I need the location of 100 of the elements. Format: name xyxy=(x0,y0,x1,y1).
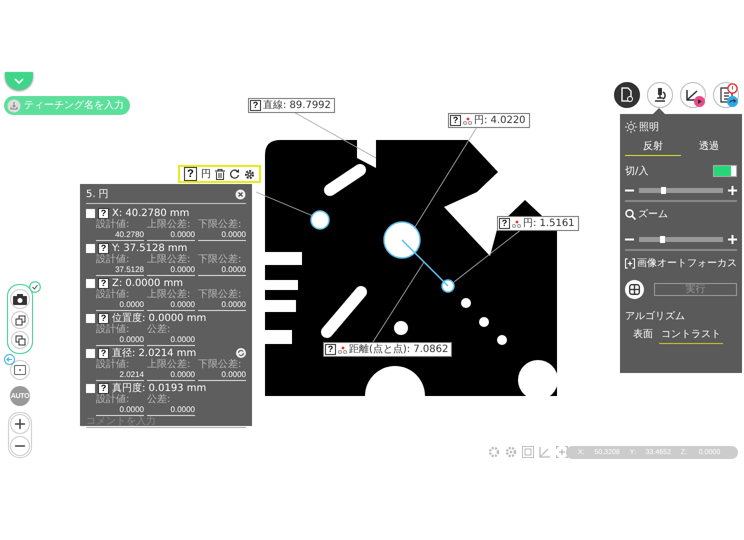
field-label: 上限公差: xyxy=(147,254,192,265)
document-button[interactable] xyxy=(614,82,640,108)
document-icon xyxy=(620,87,634,103)
plus-icon[interactable] xyxy=(728,186,737,195)
camera-icon xyxy=(13,294,27,304)
value-field[interactable]: 0.0000 xyxy=(147,335,195,346)
checkbox[interactable] xyxy=(86,314,95,322)
value-field[interactable]: 0.0000 xyxy=(96,405,144,416)
search-icon xyxy=(625,208,636,220)
circle-outline xyxy=(441,279,455,293)
image-stack-icon xyxy=(14,314,26,326)
measurement-label[interactable]: ? 円: 4.0220 xyxy=(448,113,530,128)
arrow-badge-icon xyxy=(727,96,738,107)
chevron-icon xyxy=(14,78,24,84)
help-mark[interactable]: ? xyxy=(98,242,109,254)
light-tab[interactable]: 透過 xyxy=(681,137,737,156)
checkbox[interactable] xyxy=(86,208,95,218)
play-badge-icon xyxy=(694,96,705,107)
circle-outline xyxy=(310,210,330,230)
refresh-icon[interactable] xyxy=(229,168,240,180)
light-icon xyxy=(625,121,637,133)
camera-button[interactable] xyxy=(10,289,30,309)
algorithm-option[interactable]: 表面 xyxy=(631,325,655,344)
zoom-out-button[interactable] xyxy=(10,436,30,456)
gear-icon[interactable] xyxy=(244,168,255,180)
image-stack-icon xyxy=(14,334,26,346)
measurement-value: Y: 37.5128 mm xyxy=(112,242,188,254)
measurement-value: 位置度: 0.0000 mm xyxy=(112,312,206,324)
zoom-in-button[interactable] xyxy=(10,414,30,434)
circle-outline xyxy=(383,221,421,259)
light-tab[interactable]: 反射 xyxy=(625,137,681,156)
microscope-button[interactable] xyxy=(647,82,673,108)
checkbox[interactable] xyxy=(86,348,95,358)
measurement-label[interactable]: ? 直線: 89.7992 xyxy=(248,98,335,113)
grid-button[interactable] xyxy=(625,280,644,299)
help-mark[interactable]: ? xyxy=(98,382,109,394)
field-label: 設計値: xyxy=(96,289,130,300)
teaching-name-field[interactable]: ティーチング名を入力 xyxy=(4,96,130,115)
light-switch[interactable] xyxy=(713,165,737,177)
help-mark[interactable]: ? xyxy=(98,348,109,358)
field-label: 下限公差: xyxy=(198,289,242,300)
arrow-badge-icon xyxy=(4,354,15,365)
panel-title: 5. 円 xyxy=(86,188,109,201)
field-label: 上限公差: xyxy=(147,289,192,300)
value-field[interactable]: 2.0214 xyxy=(96,370,144,381)
field-label: 設計値: xyxy=(96,324,130,335)
value-field[interactable]: 0.0000 xyxy=(198,230,246,241)
field-label: 下限公差: xyxy=(198,254,242,265)
plus-icon xyxy=(15,419,25,429)
sync-icon[interactable] xyxy=(236,348,246,358)
help-mark[interactable]: ? xyxy=(98,312,109,324)
field-label: 設計値: xyxy=(96,359,130,370)
field-label: 設計値: xyxy=(96,254,130,265)
field-label: 下限公差: xyxy=(198,219,242,230)
section-title: 照明 xyxy=(639,121,659,134)
measurement-value: Z: 0.0000 mm xyxy=(112,278,184,288)
brightness-slider[interactable] xyxy=(639,188,723,193)
help-mark[interactable]: ? xyxy=(184,167,197,181)
field-label: 公差: xyxy=(147,324,170,335)
field-label: 公差: xyxy=(147,394,170,405)
value-field[interactable]: 0.0000 xyxy=(147,265,195,276)
algorithm-option[interactable]: コントラスト xyxy=(659,325,723,344)
measurement-value: 真円度: 0.0193 mm xyxy=(112,382,206,394)
measurement-value: X: 40.2780 mm xyxy=(112,208,190,218)
value-field[interactable]: 40.2780 xyxy=(96,230,144,241)
field-label: 設計値: xyxy=(96,394,130,405)
checkbox[interactable] xyxy=(86,244,95,252)
value-field[interactable]: 0.0000 xyxy=(198,300,246,311)
value-field[interactable]: 37.5128 xyxy=(96,265,144,276)
value-field[interactable]: 0.0000 xyxy=(198,265,246,276)
switch-label: 切/入 xyxy=(625,164,648,178)
checkbox[interactable] xyxy=(86,384,95,392)
frame-icon xyxy=(14,365,26,375)
grid-icon xyxy=(629,284,640,295)
report-button[interactable] xyxy=(713,82,739,108)
download-icon xyxy=(7,98,21,112)
image-button[interactable] xyxy=(11,331,29,349)
measurement-label[interactable]: ? 円: 1.5161 xyxy=(497,216,579,231)
value-field[interactable]: 0.0000 xyxy=(147,230,195,241)
zoom-slider[interactable] xyxy=(639,237,723,242)
section-title: ズーム xyxy=(638,208,668,221)
value-field[interactable]: 0.0000 xyxy=(147,370,195,381)
help-mark[interactable]: ? xyxy=(98,278,109,288)
image-button[interactable] xyxy=(11,311,29,329)
help-mark[interactable]: ? xyxy=(98,208,109,218)
checkbox[interactable] xyxy=(86,278,95,288)
focus-icon xyxy=(625,258,635,268)
value-field[interactable]: 0.0000 xyxy=(96,300,144,311)
measurement-label[interactable]: ? 距離(点と点): 7.0862 xyxy=(323,342,452,357)
plus-icon[interactable] xyxy=(728,235,737,244)
value-field[interactable]: 0.0000 xyxy=(198,370,246,381)
close-icon[interactable] xyxy=(235,188,246,200)
value-field[interactable]: 0.0000 xyxy=(147,300,195,311)
trash-icon[interactable] xyxy=(215,168,225,180)
field-label: 上限公差: xyxy=(147,219,192,230)
fit-button[interactable] xyxy=(10,360,30,380)
value-field[interactable]: 0.0000 xyxy=(147,405,195,416)
measure-button[interactable] xyxy=(680,82,706,108)
value-field[interactable]: 0.0000 xyxy=(96,335,144,346)
section-title: アルゴリズム xyxy=(625,310,686,323)
